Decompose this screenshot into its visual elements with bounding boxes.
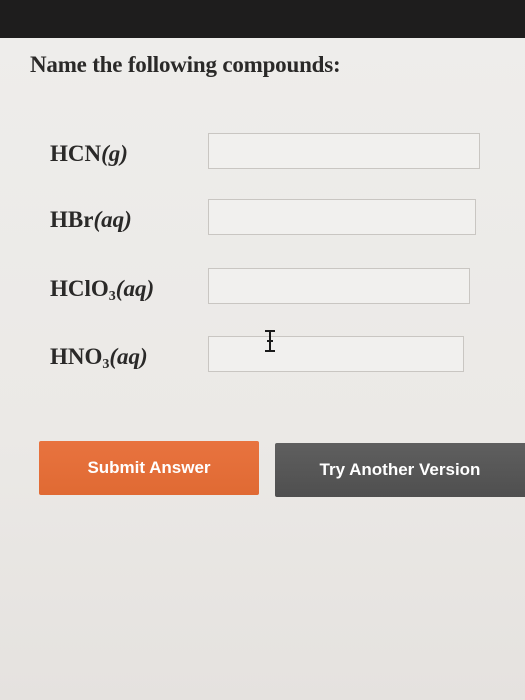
compound-row-hclo3: HClO3(aq) <box>0 268 525 312</box>
formula-main: HBr <box>50 207 94 232</box>
compound-row-hbr: HBr(aq) <box>0 199 525 243</box>
formula-state: (aq) <box>109 344 148 369</box>
text-cursor-icon <box>265 330 275 352</box>
answer-input-hclo3[interactable] <box>208 268 470 304</box>
question-prompt: Name the following compounds: <box>30 52 341 77</box>
formula-state: (aq) <box>115 276 155 301</box>
compound-formula: HBr(aq) <box>50 207 132 233</box>
formula-main: HClO <box>50 276 109 301</box>
submit-answer-button[interactable]: Submit Answer <box>39 441 259 495</box>
formula-state: (g) <box>101 141 128 166</box>
formula-main: HCN <box>50 141 102 166</box>
answer-input-hbr[interactable] <box>208 199 476 235</box>
answer-input-hno3[interactable] <box>208 336 464 372</box>
try-another-version-button[interactable]: Try Another Version <box>275 443 525 497</box>
answer-input-hcn[interactable] <box>208 133 480 169</box>
compound-formula: HNO3(aq) <box>50 344 148 372</box>
compound-formula: HCN(g) <box>50 141 128 167</box>
formula-main: HNO <box>50 344 103 369</box>
compound-formula: HClO3(aq) <box>50 276 155 304</box>
compound-row-hno3: HNO3(aq) <box>0 336 525 380</box>
compound-row-hcn: HCN(g) <box>0 133 525 177</box>
top-bar <box>0 0 525 38</box>
formula-state: (aq) <box>93 207 132 232</box>
formula-subscript: 3 <box>108 289 116 304</box>
